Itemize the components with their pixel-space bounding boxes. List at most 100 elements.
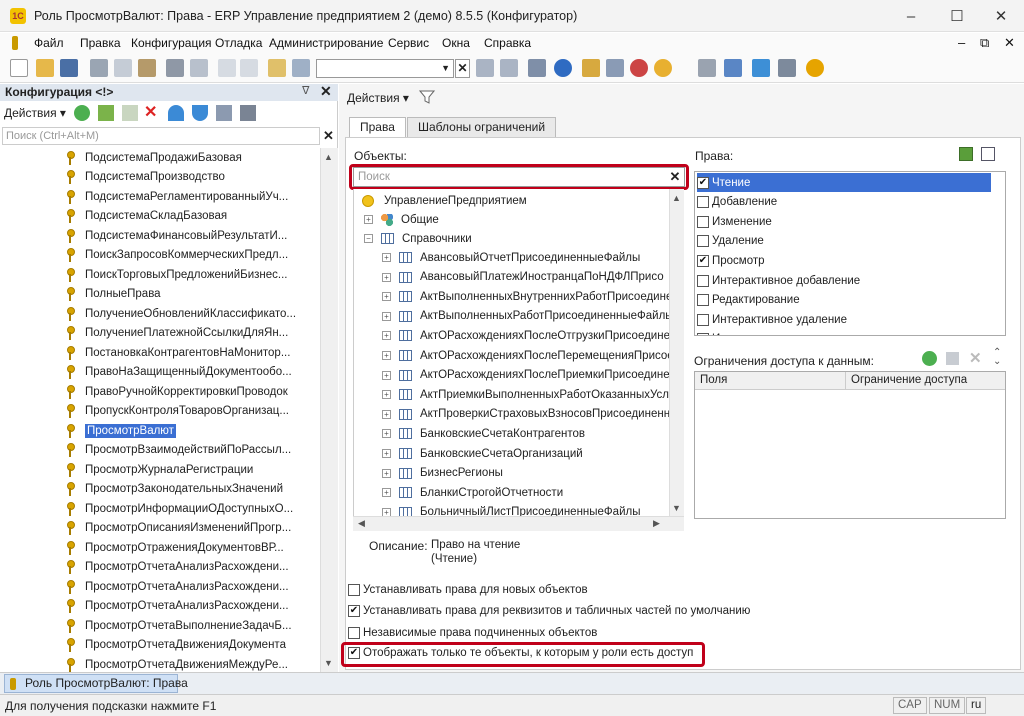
expand-icon[interactable]: + <box>382 253 391 262</box>
catalog-tree-item[interactable]: + АктПриемкиВыполненныхРаботОказанныхУсл <box>382 385 669 404</box>
panel-close-icon[interactable]: ✕ <box>320 83 332 100</box>
expand-icon[interactable]: + <box>382 331 391 341</box>
open-window-tab[interactable]: Роль ПросмотрВалют: Права <box>4 674 188 693</box>
role-list-item[interactable]: ПросмотрОтчетаДвиженияМеждуРе... <box>66 655 320 672</box>
catalog-tree-item[interactable]: + АвансовыйОтчетПрисоединенныеФайлы <box>382 248 640 267</box>
move-down-icon[interactable] <box>192 105 208 121</box>
maximize-button[interactable]: ☐ <box>934 0 980 32</box>
configuration-search-clear[interactable]: ✕ <box>321 127 336 145</box>
option-checkbox-row[interactable]: Независимые права подчиненных объектов <box>348 627 597 639</box>
search-next-icon[interactable] <box>500 59 518 77</box>
check-all-icon[interactable] <box>959 147 973 161</box>
roles-list-scrollbar[interactable]: ▲ ▼ <box>320 148 338 672</box>
expand-icon[interactable]: + <box>382 488 391 498</box>
edit-restriction-icon[interactable] <box>946 352 959 365</box>
uncheck-all-icon[interactable] <box>981 147 995 161</box>
toolbar-search-clear-button[interactable]: ✕ <box>455 59 470 78</box>
option-checkbox[interactable] <box>348 584 360 596</box>
preview-icon[interactable] <box>190 59 208 77</box>
right-item[interactable]: Интерактивное добавление <box>697 271 991 290</box>
scroll-down-icon[interactable]: ▼ <box>324 658 333 668</box>
option-checkbox-row[interactable]: ✔ Устанавливать права для реквизитов и та… <box>348 605 750 617</box>
scroll-left-icon[interactable]: ◀ <box>358 518 365 529</box>
add-restriction-icon[interactable] <box>922 351 937 366</box>
undo-icon[interactable] <box>218 59 236 77</box>
print-icon[interactable] <box>166 59 184 77</box>
menu-administration[interactable]: Администрирование <box>269 36 383 50</box>
wizard-icon[interactable] <box>582 59 600 77</box>
right-checkbox[interactable] <box>697 274 709 287</box>
right-checkbox[interactable] <box>697 294 709 307</box>
filter-icon[interactable] <box>240 105 256 121</box>
right-item[interactable]: ✔ Просмотр <box>697 251 991 270</box>
catalog-tree-item[interactable]: + БизнесРегионы <box>382 464 503 483</box>
menu-file[interactable]: Файл <box>34 36 64 50</box>
role-list-item[interactable]: ПоискЗапросовКоммерческихПредл... <box>66 246 320 265</box>
menu-help[interactable]: Справка <box>484 36 531 50</box>
expand-icon[interactable]: + <box>382 449 391 458</box>
edit-icon[interactable] <box>98 105 114 121</box>
role-list-item[interactable]: ПолучениеОбновленийКлассификато... <box>66 304 320 323</box>
right-checkbox[interactable]: ✔ <box>697 254 709 267</box>
rights-actions-menu[interactable]: Действия ▾ <box>347 91 409 105</box>
role-list-item[interactable]: ПросмотрИнформацииОДоступныхО... <box>66 499 320 518</box>
new-icon[interactable] <box>10 59 28 77</box>
role-list-item[interactable]: ПодсистемаСкладБазовая <box>66 207 320 226</box>
role-list-item[interactable]: ПравоНаЗащищенныйДокументообо... <box>66 363 320 382</box>
role-list-item[interactable]: ПросмотрВалют <box>66 421 320 440</box>
syntax-check-icon[interactable] <box>554 59 572 77</box>
paste-icon[interactable] <box>138 59 156 77</box>
add-icon[interactable] <box>74 105 90 121</box>
chevron-down-icon[interactable]: ▼ <box>441 63 450 73</box>
role-list-item[interactable]: ПропускКонтроляТоваровОрганизац... <box>66 402 320 421</box>
database-icon[interactable] <box>752 59 770 77</box>
collapse-icon[interactable]: − <box>364 234 373 243</box>
menu-configuration[interactable]: Конфигурация <box>131 36 212 50</box>
run-icon[interactable] <box>806 59 824 77</box>
more-icon[interactable]: ⌃ ⌄ <box>993 348 1001 367</box>
objects-tree-vscroll[interactable]: ▲ ▼ <box>669 189 684 516</box>
grid-icon[interactable] <box>724 59 742 77</box>
role-list-item[interactable]: ПросмотрОтчетаАнализРасхождени... <box>66 577 320 596</box>
list-icon[interactable] <box>698 59 716 77</box>
objects-tree-hscroll[interactable]: ◀ ▶ <box>353 516 684 531</box>
role-list-item[interactable]: ПоискТорговыхПредложенийБизнес... <box>66 265 320 284</box>
column-access-restriction[interactable]: Ограничение доступа <box>851 374 967 386</box>
expand-icon[interactable]: + <box>382 468 391 478</box>
search-icon[interactable] <box>292 59 310 77</box>
role-list-item[interactable]: ПодсистемаПродажиБазовая <box>66 148 320 167</box>
role-list-item[interactable]: ПросмотрОтчетаАнализРасхождени... <box>66 597 320 616</box>
open-icon[interactable] <box>36 59 54 77</box>
catalog-tree-item[interactable]: + БланкиСтрогойОтчетности <box>382 483 563 502</box>
option-checkbox-row[interactable]: Устанавливать права для новых объектов <box>348 584 588 596</box>
option-checkbox[interactable] <box>348 627 360 639</box>
mdi-close-button[interactable]: ✕ <box>1004 35 1015 51</box>
right-item[interactable]: Добавление <box>697 193 991 212</box>
right-item[interactable]: Удаление <box>697 232 991 251</box>
scroll-right-icon[interactable]: ▶ <box>653 518 660 529</box>
column-fields[interactable]: Поля <box>700 374 727 386</box>
scroll-up-icon[interactable]: ▲ <box>324 152 333 162</box>
catalog-tree-item[interactable]: + БанковскиеСчетаКонтрагентов <box>382 424 585 443</box>
pin-icon[interactable]: ᐁ <box>302 84 310 97</box>
role-list-item[interactable]: ПросмотрОписанияИзмененийПрогр... <box>66 519 320 538</box>
delete-restriction-icon[interactable]: ✕ <box>969 349 982 367</box>
role-list-item[interactable]: ПодсистемаФинансовыйРезультатИ... <box>66 226 320 245</box>
actions-menu[interactable]: Действия ▾ <box>4 106 66 120</box>
configuration-search-input[interactable]: Поиск (Ctrl+Alt+M) <box>2 127 320 145</box>
tab-restriction-templates[interactable]: Шаблоны ограничений <box>407 117 557 137</box>
expand-icon[interactable]: + <box>364 215 373 224</box>
search-prev-icon[interactable] <box>476 59 494 77</box>
right-item[interactable]: Редактирование <box>697 291 991 310</box>
cut-icon[interactable] <box>90 59 108 77</box>
right-checkbox[interactable] <box>697 313 709 326</box>
right-item[interactable]: Интерактивная пометка на удаление <box>697 330 991 335</box>
right-item[interactable]: ✔ Чтение <box>697 173 991 192</box>
role-list-item[interactable]: ПостановкаКонтрагентовНаМонитор... <box>66 343 320 362</box>
right-checkbox[interactable] <box>697 333 709 335</box>
role-list-item[interactable]: ПросмотрОтраженияДокументовВР... <box>66 538 320 557</box>
filter-icon[interactable] <box>418 89 436 105</box>
right-item[interactable]: Интерактивное удаление <box>697 310 991 329</box>
role-list-item[interactable]: ПодсистемаПроизводство <box>66 168 320 187</box>
scroll-up-icon[interactable]: ▲ <box>672 193 681 203</box>
